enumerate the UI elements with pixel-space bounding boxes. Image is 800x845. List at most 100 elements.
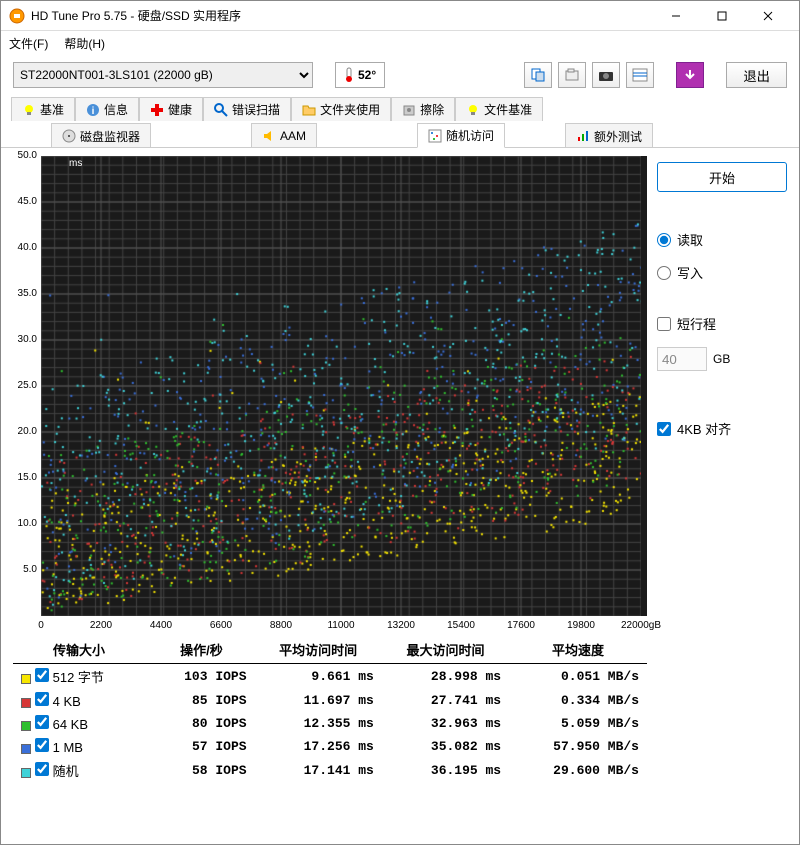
titlebar: HD Tune Pro 5.75 - 硬盘/SSD 实用程序 bbox=[1, 1, 799, 31]
series-checkbox[interactable] bbox=[35, 715, 49, 729]
tab-benchmark[interactable]: 基准 bbox=[11, 97, 75, 121]
close-button[interactable] bbox=[745, 1, 791, 31]
speaker-icon bbox=[262, 129, 276, 143]
x-tick: 11000 bbox=[327, 620, 354, 631]
tab-file-benchmark[interactable]: 文件基准 bbox=[455, 97, 543, 121]
cell-speed: 5.059 MB/s bbox=[509, 712, 647, 735]
exit-button[interactable]: 退出 bbox=[726, 62, 787, 88]
maximize-button[interactable] bbox=[699, 1, 745, 31]
read-radio[interactable] bbox=[657, 233, 671, 247]
scatter-chart: ms bbox=[41, 156, 647, 616]
short-stroke-checkbox[interactable] bbox=[657, 317, 671, 331]
y-tick: 10.0 bbox=[11, 518, 37, 529]
thermometer-icon bbox=[344, 67, 354, 83]
series-checkbox[interactable] bbox=[35, 762, 49, 776]
y-tick: 40.0 bbox=[11, 242, 37, 253]
x-tick: 2200 bbox=[90, 620, 112, 631]
bulb-icon bbox=[466, 103, 480, 117]
table-row: 64 KB80 IOPS12.355 ms32.963 ms5.059 MB/s bbox=[13, 712, 647, 735]
align-checkbox[interactable] bbox=[657, 422, 671, 436]
start-button[interactable]: 开始 bbox=[657, 162, 787, 192]
short-stroke-label: 短行程 bbox=[677, 314, 716, 333]
minimize-button[interactable] bbox=[653, 1, 699, 31]
cell-max: 27.741 ms bbox=[382, 689, 509, 712]
series-checkbox[interactable] bbox=[35, 692, 49, 706]
x-tick-end: 22000gB bbox=[621, 620, 661, 631]
col-header: 最大访问时间 bbox=[382, 636, 509, 664]
drive-select[interactable]: ST22000NT001-3LS101 (22000 gB) bbox=[13, 62, 313, 88]
series-checkbox[interactable] bbox=[35, 668, 49, 682]
y-tick: 30.0 bbox=[11, 334, 37, 345]
svg-text:i: i bbox=[92, 106, 95, 117]
short-stroke-input bbox=[657, 347, 707, 371]
x-tick: 15400 bbox=[447, 620, 475, 631]
tab-aam[interactable]: AAM bbox=[251, 123, 317, 148]
align-label: 4KB 对齐 bbox=[677, 419, 731, 438]
series-checkbox[interactable] bbox=[35, 738, 49, 752]
short-stroke-unit: GB bbox=[713, 352, 730, 366]
copy-info-button[interactable] bbox=[524, 62, 552, 88]
app-icon bbox=[9, 8, 25, 24]
tab-erase[interactable]: 擦除 bbox=[391, 97, 455, 121]
temperature-display: 52° bbox=[335, 62, 385, 88]
col-header: 平均速度 bbox=[509, 636, 647, 664]
col-header: 传输大小 bbox=[13, 636, 148, 664]
table-row: 随机58 IOPS17.141 ms36.195 ms29.600 MB/s bbox=[13, 758, 647, 783]
cell-avg: 17.256 ms bbox=[255, 735, 382, 758]
cell-avg: 12.355 ms bbox=[255, 712, 382, 735]
cell-max: 36.195 ms bbox=[382, 758, 509, 783]
row-label: 1 MB bbox=[13, 735, 148, 758]
cell-max: 35.082 ms bbox=[382, 735, 509, 758]
menu-file[interactable]: 文件(F) bbox=[9, 35, 48, 52]
y-axis-unit: ms bbox=[69, 158, 82, 169]
cell-speed: 29.600 MB/s bbox=[509, 758, 647, 783]
tab-folder-usage[interactable]: 文件夹使用 bbox=[291, 97, 391, 121]
x-tick: 17600 bbox=[507, 620, 535, 631]
tab-disk-monitor[interactable]: 磁盘监视器 bbox=[51, 123, 151, 148]
copy-screenshot-button[interactable] bbox=[558, 62, 586, 88]
random-icon bbox=[428, 129, 442, 143]
tab-health[interactable]: 健康 bbox=[139, 97, 203, 121]
screenshot-button[interactable] bbox=[592, 62, 620, 88]
x-tick: 0 bbox=[38, 620, 44, 631]
cell-speed: 57.950 MB/s bbox=[509, 735, 647, 758]
side-panel: 开始 读取 写入 短行程 GB 4KB 对齐 bbox=[657, 156, 787, 834]
y-tick: 25.0 bbox=[11, 380, 37, 391]
x-tick: 6600 bbox=[210, 620, 232, 631]
tab-extra-tests[interactable]: 额外测试 bbox=[565, 123, 653, 148]
cell-avg: 17.141 ms bbox=[255, 758, 382, 783]
window-title: HD Tune Pro 5.75 - 硬盘/SSD 实用程序 bbox=[31, 7, 653, 24]
table-row: 1 MB57 IOPS17.256 ms35.082 ms57.950 MB/s bbox=[13, 735, 647, 758]
cell-speed: 0.334 MB/s bbox=[509, 689, 647, 712]
disk-icon bbox=[402, 103, 416, 117]
table-row: 4 KB85 IOPS11.697 ms27.741 ms0.334 MB/s bbox=[13, 689, 647, 712]
row-label: 512 字节 bbox=[13, 664, 148, 690]
folder-icon bbox=[302, 103, 316, 117]
menu-help[interactable]: 帮助(H) bbox=[64, 35, 105, 52]
cell-max: 28.998 ms bbox=[382, 664, 509, 690]
magnifier-icon bbox=[214, 103, 228, 117]
row-label: 随机 bbox=[13, 758, 148, 783]
row-label: 4 KB bbox=[13, 689, 148, 712]
tab-error-scan[interactable]: 错误扫描 bbox=[203, 97, 291, 121]
cross-icon bbox=[150, 103, 164, 117]
read-label: 读取 bbox=[677, 230, 703, 249]
info-icon: i bbox=[86, 103, 100, 117]
content-area: ms 5.010.015.020.025.030.035.040.045.050… bbox=[1, 147, 799, 844]
x-tick: 13200 bbox=[387, 620, 415, 631]
tab-random-access[interactable]: 随机访问 bbox=[417, 123, 505, 148]
x-tick: 19800 bbox=[567, 620, 595, 631]
cell-max: 32.963 ms bbox=[382, 712, 509, 735]
cell-avg: 9.661 ms bbox=[255, 664, 382, 690]
write-radio[interactable] bbox=[657, 266, 671, 280]
monitor-icon bbox=[62, 129, 76, 143]
tab-info[interactable]: i信息 bbox=[75, 97, 139, 121]
save-button[interactable] bbox=[676, 62, 704, 88]
chart-icon bbox=[576, 129, 590, 143]
x-tick: 4400 bbox=[150, 620, 172, 631]
toolbar: ST22000NT001-3LS101 (22000 gB) 52° 退出 bbox=[1, 55, 799, 95]
chart-container: ms 5.010.015.020.025.030.035.040.045.050… bbox=[41, 156, 647, 616]
write-label: 写入 bbox=[677, 263, 703, 282]
options-button[interactable] bbox=[626, 62, 654, 88]
y-tick: 20.0 bbox=[11, 426, 37, 437]
